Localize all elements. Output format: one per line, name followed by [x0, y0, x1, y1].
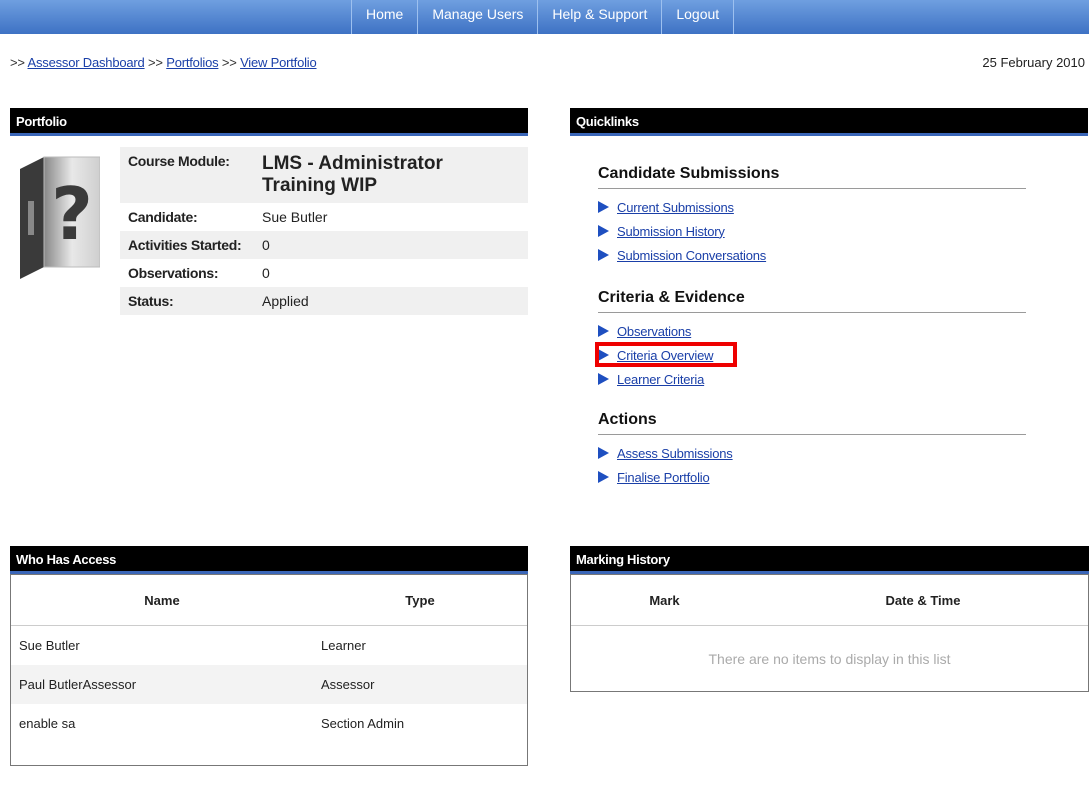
table-row: Paul ButlerAssessor Assessor: [11, 665, 527, 704]
finalise-portfolio-link[interactable]: Finalise Portfolio: [617, 470, 710, 485]
portfolio-details-table: Course Module: LMS - Administrator Train…: [120, 147, 528, 315]
portfolio-header: Portfolio: [10, 108, 528, 136]
user-name: Paul ButlerAssessor: [11, 665, 313, 704]
empty-list-message: There are no items to display in this li…: [708, 651, 951, 667]
arrow-right-icon: [598, 249, 609, 261]
candidate-submissions-section: Candidate Submissions Current Submission…: [598, 165, 1026, 267]
user-type: Learner: [321, 638, 366, 653]
learner-criteria-link[interactable]: Learner Criteria: [617, 372, 704, 387]
arrow-right-icon: [598, 447, 609, 459]
user-name: enable sa: [19, 716, 76, 731]
breadcrumb: >> Assessor Dashboard >> Portfolios >> V…: [10, 55, 317, 70]
top-nav-bar: Home Manage Users Help & Support Logout: [0, 0, 1089, 34]
submission-conversations-link[interactable]: Submission Conversations: [617, 248, 766, 263]
current-date: 25 February 2010: [982, 55, 1085, 70]
breadcrumb-separator: >>: [221, 55, 237, 70]
list-item: Assess Submissions: [598, 441, 1026, 465]
marking-history-box: Mark Date & Time There are no items to d…: [570, 574, 1089, 692]
candidate-label: Candidate:: [128, 209, 198, 225]
who-has-access-header: Who Has Access: [10, 546, 528, 574]
arrow-right-icon: [598, 201, 609, 213]
list-item: Learner Criteria: [598, 367, 1026, 391]
observations-link[interactable]: Observations: [617, 324, 691, 339]
table-row: Sue Butler Learner: [11, 626, 527, 666]
section-title: Actions: [598, 411, 1026, 435]
actions-section: Actions Assess Submissions Finalise Port…: [598, 411, 1026, 489]
observations-value: 0: [262, 265, 270, 281]
assess-submissions-link[interactable]: Assess Submissions: [617, 446, 733, 461]
marking-history-header: Marking History: [570, 546, 1089, 574]
section-title: Candidate Submissions: [598, 165, 1026, 189]
date-time-column-header[interactable]: Date & Time: [758, 575, 1088, 626]
nav-home[interactable]: Home: [351, 0, 417, 34]
course-module-value: LMS - Administrator Training WIP: [254, 147, 528, 203]
portfolio-row-candidate: Candidate: Sue Butler: [120, 203, 528, 231]
list-item: Submission History: [598, 219, 1026, 243]
course-module-label: Course Module:: [120, 147, 254, 203]
link-list: Current Submissions Submission History S…: [598, 195, 1026, 267]
breadcrumb-separator: >>: [148, 55, 163, 70]
candidate-value: Sue Butler: [262, 209, 328, 225]
nav-manage-users[interactable]: Manage Users: [417, 0, 537, 34]
access-table: Name Type Sue Butler Learner Paul Butler…: [11, 575, 527, 743]
submission-history-link[interactable]: Submission History: [617, 224, 725, 239]
criteria-evidence-section: Criteria & Evidence Observations Criteri…: [598, 289, 1026, 391]
arrow-right-icon: [598, 325, 609, 337]
breadcrumb-portfolios[interactable]: Portfolios: [166, 55, 218, 70]
breadcrumb-prefix: >>: [10, 55, 25, 70]
list-item: Current Submissions: [598, 195, 1026, 219]
current-submissions-link[interactable]: Current Submissions: [617, 200, 734, 215]
marking-table: Mark Date & Time: [571, 575, 1088, 626]
type-column-header[interactable]: Type: [313, 575, 527, 626]
list-item: Observations: [598, 319, 1026, 343]
arrow-right-icon: [598, 373, 609, 385]
unknown-portrait-icon: ?: [20, 156, 100, 279]
who-has-access-box: Name Type Sue Butler Learner Paul Butler…: [10, 574, 528, 766]
status-label: Status:: [120, 287, 254, 315]
table-header-row: Name Type: [11, 575, 527, 626]
user-name: Sue Butler: [19, 638, 80, 653]
name-column-header[interactable]: Name: [11, 575, 313, 626]
nav-help-support[interactable]: Help & Support: [537, 0, 661, 34]
highlight-box: [595, 342, 737, 367]
portfolio-row-course: Course Module: LMS - Administrator Train…: [120, 147, 528, 203]
list-item: Submission Conversations: [598, 243, 1026, 267]
observations-label: Observations:: [128, 265, 219, 281]
nav-menu: Home Manage Users Help & Support Logout: [351, 0, 735, 34]
breadcrumb-assessor-dashboard[interactable]: Assessor Dashboard: [28, 55, 145, 70]
activities-started-label: Activities Started:: [120, 231, 254, 259]
breadcrumb-view-portfolio[interactable]: View Portfolio: [240, 55, 317, 70]
portfolio-row-observations: Observations: 0: [120, 259, 528, 287]
nav-logout[interactable]: Logout: [661, 0, 735, 34]
status-value: Applied: [254, 287, 528, 315]
mark-column-header[interactable]: Mark: [571, 575, 758, 626]
table-row: enable sa Section Admin: [11, 704, 527, 743]
link-list: Assess Submissions Finalise Portfolio: [598, 441, 1026, 489]
section-title: Criteria & Evidence: [598, 289, 1026, 313]
quicklinks-header: Quicklinks: [570, 108, 1088, 136]
user-type: Section Admin: [321, 716, 405, 731]
svg-text:?: ?: [51, 172, 93, 256]
portfolio-row-status: Status: Applied: [120, 287, 528, 315]
user-type: Assessor: [313, 665, 527, 704]
arrow-right-icon: [598, 225, 609, 237]
activities-started-value: 0: [254, 231, 528, 259]
list-item: Finalise Portfolio: [598, 465, 1026, 489]
portfolio-row-activities: Activities Started: 0: [120, 231, 528, 259]
arrow-right-icon: [598, 471, 609, 483]
table-header-row: Mark Date & Time: [571, 575, 1088, 626]
